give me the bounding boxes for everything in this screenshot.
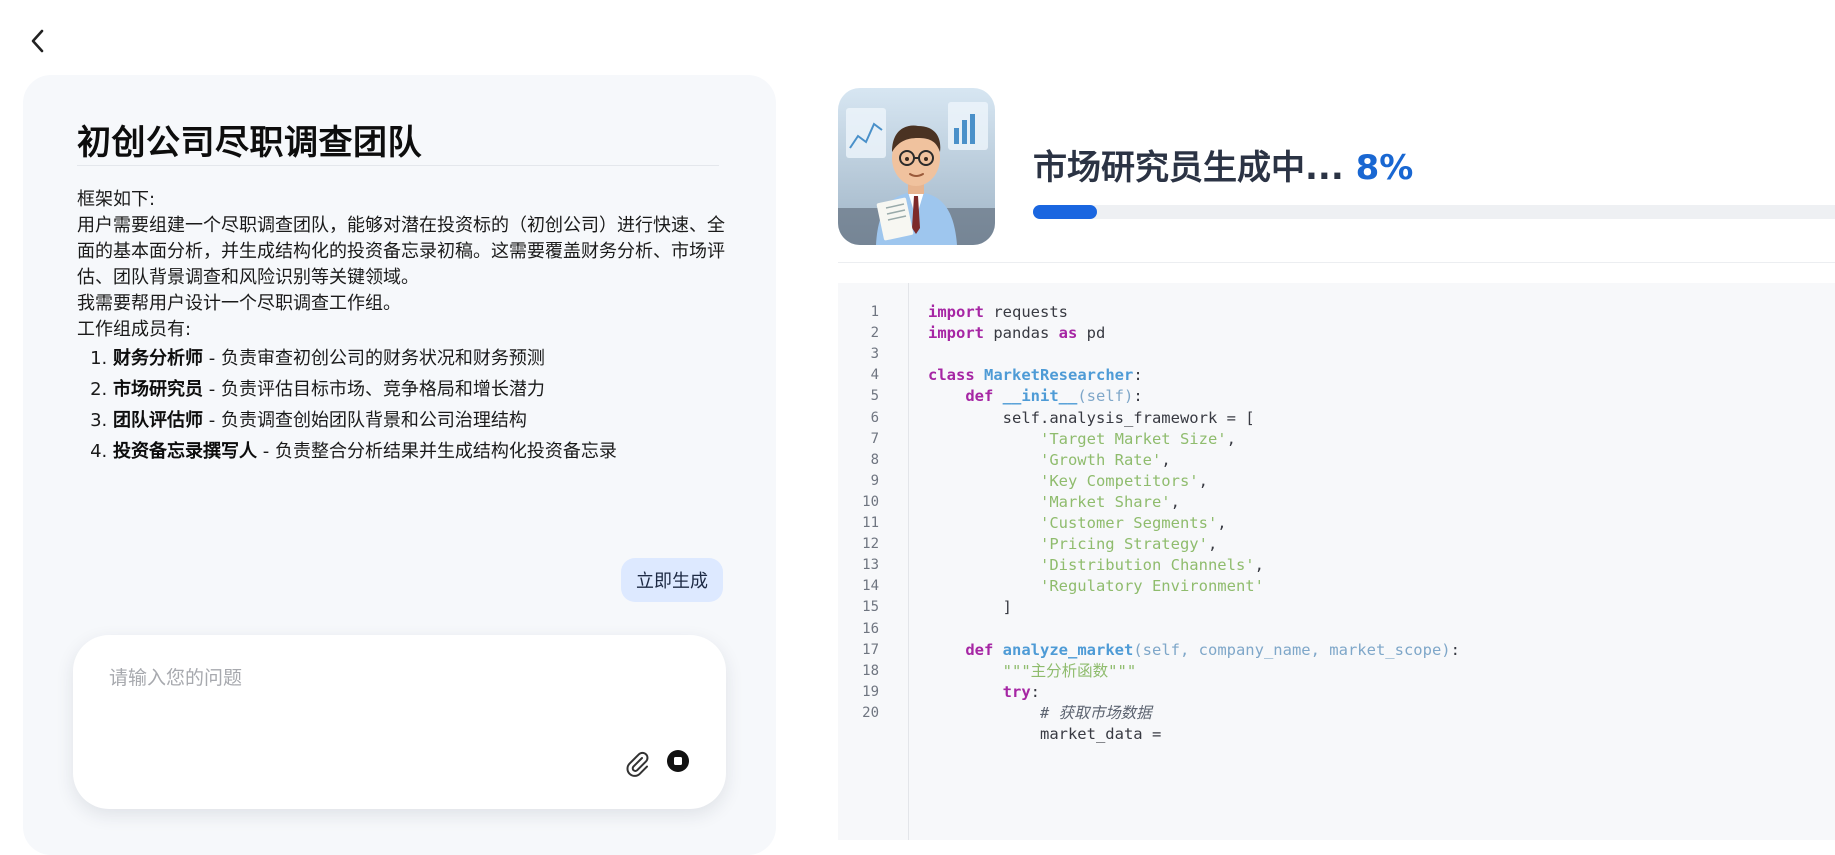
task-line: 我需要帮用户设计一个尽职调查工作组。 bbox=[77, 293, 401, 314]
progress-bar-fill bbox=[1033, 205, 1098, 219]
back-button[interactable] bbox=[28, 28, 50, 54]
chat-input-box bbox=[73, 635, 726, 809]
header-divider bbox=[838, 262, 1835, 263]
chevron-left-icon bbox=[31, 29, 44, 53]
code-text: market_data = bbox=[928, 725, 1162, 743]
prompt-message: 框架如下: 用户需要组建一个尽职调查团队，能够对潜在投资标的（初创公司）进行快速… bbox=[77, 187, 727, 467]
code-viewer: 1 import requests 2 import pandas as pd 3 4 cl… bbox=[838, 283, 1835, 840]
framework-label: 框架如下: bbox=[77, 189, 156, 210]
status-text: 市场研究员生成中... bbox=[1033, 148, 1344, 188]
members-label: 工作组成员有: bbox=[77, 319, 192, 340]
paperclip-icon bbox=[626, 751, 649, 777]
title-divider bbox=[77, 165, 719, 166]
stop-button[interactable] bbox=[665, 748, 691, 774]
member-desc: - 负责调查创始团队背景和公司治理结构 bbox=[203, 410, 527, 431]
progress-bar bbox=[1033, 205, 1835, 219]
stop-icon bbox=[667, 750, 689, 772]
list-item: 财务分析师 - 负责审查初创公司的财务状况和财务预测 bbox=[113, 343, 727, 374]
chat-panel: 初创公司尽职调查团队 框架如下: 用户需要组建一个尽职调查团队，能够对潜在投资标… bbox=[23, 75, 776, 855]
researcher-avatar-image bbox=[838, 88, 995, 245]
generate-now-button[interactable]: 立即生成 bbox=[621, 558, 723, 602]
framework-paragraph: 用户需要组建一个尽职调查团队，能够对潜在投资标的（初创公司）进行快速、全面的基本… bbox=[77, 215, 725, 288]
list-item: 投资备忘录撰写人 - 负责整合分析结果并生成结构化投资备忘录 bbox=[113, 436, 727, 467]
attach-button[interactable] bbox=[623, 749, 651, 777]
member-name: 市场研究员 bbox=[113, 379, 203, 400]
page-title: 初创公司尽职调查团队 bbox=[77, 123, 422, 163]
member-name: 团队评估师 bbox=[113, 410, 203, 431]
agent-avatar bbox=[838, 88, 995, 245]
progress-percent: 8% bbox=[1355, 148, 1414, 188]
member-desc: - 负责审查初创公司的财务状况和财务预测 bbox=[203, 348, 545, 369]
generation-status: 市场研究员生成中... 8% bbox=[1033, 140, 1413, 189]
member-desc: - 负责整合分析结果并生成结构化投资备忘录 bbox=[257, 441, 617, 462]
member-list: 财务分析师 - 负责审查初创公司的财务状况和财务预测 市场研究员 - 负责评估目… bbox=[77, 343, 727, 467]
member-name: 财务分析师 bbox=[113, 348, 203, 369]
code-line: market_data = bbox=[838, 722, 1835, 747]
list-item: 市场研究员 - 负责评估目标市场、竞争格局和增长潜力 bbox=[113, 374, 727, 405]
member-desc: - 负责评估目标市场、竞争格局和增长潜力 bbox=[203, 379, 545, 400]
member-name: 投资备忘录撰写人 bbox=[113, 441, 257, 462]
question-input[interactable] bbox=[107, 661, 691, 735]
list-item: 团队评估师 - 负责调查创始团队背景和公司治理结构 bbox=[113, 405, 727, 436]
